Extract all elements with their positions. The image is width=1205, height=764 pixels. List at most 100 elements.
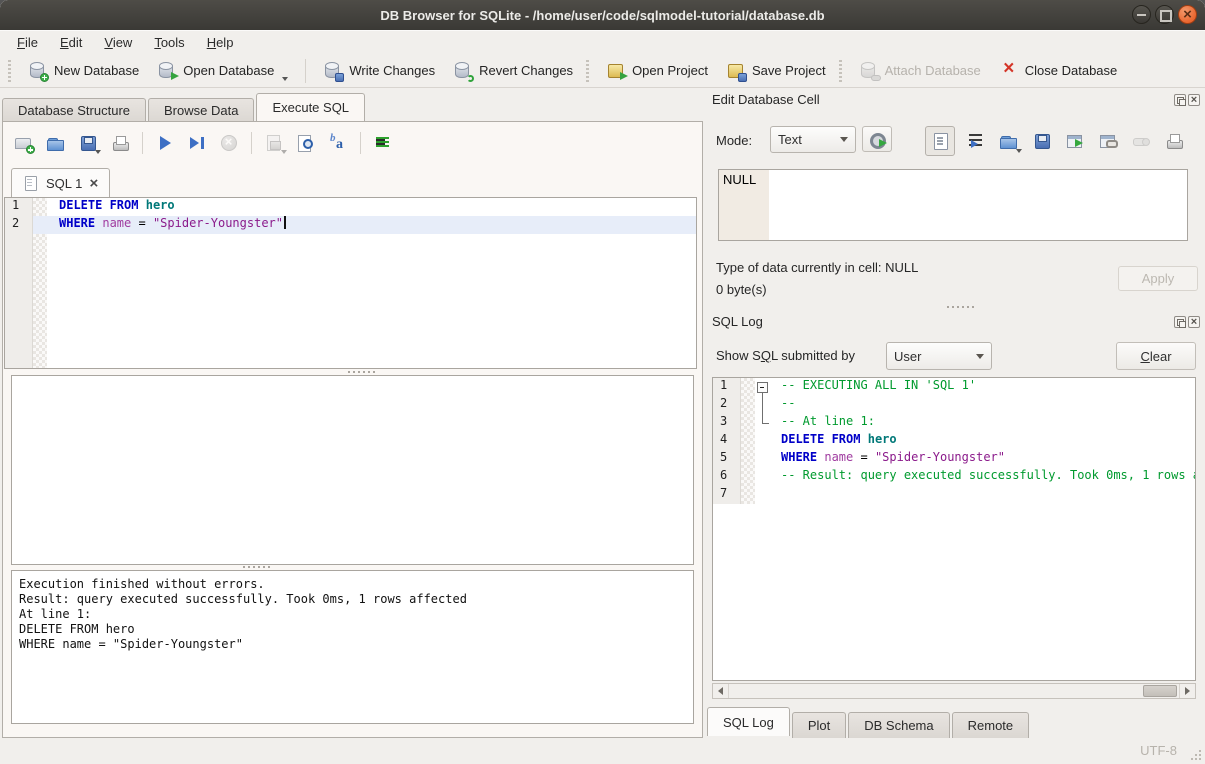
encoding-indicator[interactable]: UTF-8 — [1140, 743, 1177, 758]
float-panel-icon[interactable] — [1174, 316, 1186, 328]
cell-value-editor[interactable]: NULL — [718, 169, 1188, 241]
export-data-button[interactable] — [1030, 129, 1054, 153]
execute-line-icon — [187, 133, 207, 153]
scrollbar-thumb[interactable] — [1143, 685, 1177, 697]
toolbar-button-label: Open Database — [183, 63, 274, 78]
open-in-app-icon — [1098, 131, 1118, 151]
tab-execute-sql[interactable]: Execute SQL — [256, 93, 365, 121]
import-data-button[interactable] — [997, 129, 1021, 153]
minimize-button[interactable] — [1132, 5, 1151, 24]
execute-line-button[interactable] — [184, 131, 210, 155]
log-filter-select[interactable]: User — [886, 342, 992, 370]
dock-tab-remote[interactable]: Remote — [952, 712, 1030, 738]
open-in-app-button[interactable] — [1096, 129, 1120, 153]
scroll-right-arrow[interactable] — [1179, 684, 1195, 698]
fold-margin — [755, 450, 769, 468]
sql-editor[interactable]: 1DELETE FROM hero2WHERE name = "Spider-Y… — [4, 197, 697, 369]
open-project-button[interactable]: Open Project — [597, 57, 717, 85]
print-icon — [1164, 131, 1184, 151]
open-sql-file-button[interactable] — [43, 131, 69, 155]
menu-view[interactable]: View — [93, 33, 143, 52]
open-in-window-button[interactable] — [1063, 129, 1087, 153]
splitter-handle[interactable] — [348, 371, 376, 374]
new-database-button[interactable]: New Database — [19, 57, 148, 85]
message-line: Result: query executed successfully. Too… — [19, 592, 693, 607]
revert-changes-button[interactable]: Revert Changes — [444, 57, 582, 85]
line-number: 5 — [713, 450, 741, 468]
clear-log-button[interactable]: Clear — [1116, 342, 1196, 370]
sql-doc-tab[interactable]: SQL 1 — [11, 168, 110, 198]
app-window: DB Browser for SQLite - /home/user/code/… — [0, 0, 1205, 764]
line-number: 3 — [713, 414, 741, 432]
cell-type-info: Type of data currently in cell: NULL — [716, 260, 918, 275]
close-panel-icon[interactable] — [1188, 316, 1200, 328]
open-database-button[interactable]: Open Database — [148, 57, 297, 85]
save-sql-file-button[interactable] — [75, 131, 101, 155]
resize-grip-icon[interactable] — [1189, 748, 1201, 760]
print-button[interactable] — [107, 131, 133, 155]
scroll-left-arrow[interactable] — [713, 684, 729, 698]
window-controls — [1132, 5, 1197, 24]
close-tab-icon[interactable] — [87, 176, 100, 192]
text-document-button[interactable] — [925, 126, 955, 156]
fold-margin — [755, 468, 769, 486]
open-sql-tab-button[interactable] — [11, 131, 37, 155]
chevron-down-icon — [976, 354, 984, 359]
word-wrap-button[interactable] — [964, 129, 988, 153]
find-replace-button[interactable] — [293, 131, 319, 155]
open-sql-file-icon — [46, 133, 66, 153]
line-number: 4 — [713, 432, 741, 450]
sql-file-icon — [21, 174, 41, 194]
sql-doc-tab-bar: SQL 1 — [11, 168, 110, 198]
dock-tab-bar: SQL LogPlotDB SchemaRemote — [707, 707, 1031, 736]
splitter-handle[interactable] — [947, 306, 975, 309]
apply-button[interactable]: Apply — [1118, 266, 1198, 291]
attach-database-button[interactable]: Attach Database — [850, 57, 990, 85]
code-line: 2-- — [713, 396, 1195, 414]
sql-log-view[interactable]: 1-- EXECUTING ALL IN 'SQL 1'2--3-- At li… — [712, 377, 1196, 681]
close-database-icon — [999, 61, 1019, 81]
attach-database-icon — [859, 61, 879, 81]
maximize-button[interactable] — [1155, 5, 1174, 24]
sql-editor-toolbar — [11, 131, 396, 155]
write-changes-button[interactable]: Write Changes — [314, 57, 444, 85]
auto-apply-button[interactable] — [862, 126, 892, 152]
execute-all-button[interactable] — [152, 131, 178, 155]
tab-database-structure[interactable]: Database Structure — [2, 98, 146, 123]
menu-help[interactable]: Help — [196, 33, 245, 52]
float-panel-icon[interactable] — [1174, 94, 1186, 106]
title-bar[interactable]: DB Browser for SQLite - /home/user/code/… — [0, 0, 1205, 30]
menu-file[interactable]: File — [6, 33, 49, 52]
menu-tools[interactable]: Tools — [143, 33, 195, 52]
print-button[interactable] — [1162, 129, 1186, 153]
menu-edit[interactable]: Edit — [49, 33, 93, 52]
dock-tab-sql-log[interactable]: SQL Log — [707, 707, 790, 736]
set-null-button[interactable] — [1129, 129, 1153, 153]
message-line: DELETE FROM hero — [19, 622, 693, 637]
log-horizontal-scrollbar[interactable] — [712, 683, 1196, 699]
results-pane[interactable] — [11, 375, 694, 565]
dock-tab-plot[interactable]: Plot — [792, 712, 846, 738]
format-sql-button[interactable] — [325, 131, 351, 155]
code-line: 1DELETE FROM hero — [5, 198, 696, 216]
fold-marker-icon[interactable] — [755, 378, 769, 396]
auto-indent-button[interactable] — [370, 131, 396, 155]
line-number: 7 — [713, 486, 741, 504]
splitter-handle[interactable] — [243, 566, 271, 569]
close-panel-icon[interactable] — [1188, 94, 1200, 106]
save-project-button[interactable]: Save Project — [717, 57, 835, 85]
cell-mode-select[interactable]: Text — [770, 126, 856, 153]
fold-marker-icon — [755, 414, 769, 432]
auto-indent-icon — [373, 133, 393, 153]
close-button[interactable] — [1178, 5, 1197, 24]
save-results-button[interactable] — [261, 131, 287, 155]
code-line: 1-- EXECUTING ALL IN 'SQL 1' — [713, 378, 1195, 396]
main-toolbar: New Database Open Database Write ChangesRe… — [0, 54, 1205, 88]
dock-tab-db-schema[interactable]: DB Schema — [848, 712, 949, 738]
line-number: 6 — [713, 468, 741, 486]
status-bar: UTF-8 — [0, 738, 1205, 764]
stop-button[interactable] — [216, 131, 242, 155]
tab-browse-data[interactable]: Browse Data — [148, 98, 254, 123]
close-database-button[interactable]: Close Database — [990, 57, 1127, 85]
execution-message-pane[interactable]: Execution finished without errors.Result… — [11, 570, 694, 724]
